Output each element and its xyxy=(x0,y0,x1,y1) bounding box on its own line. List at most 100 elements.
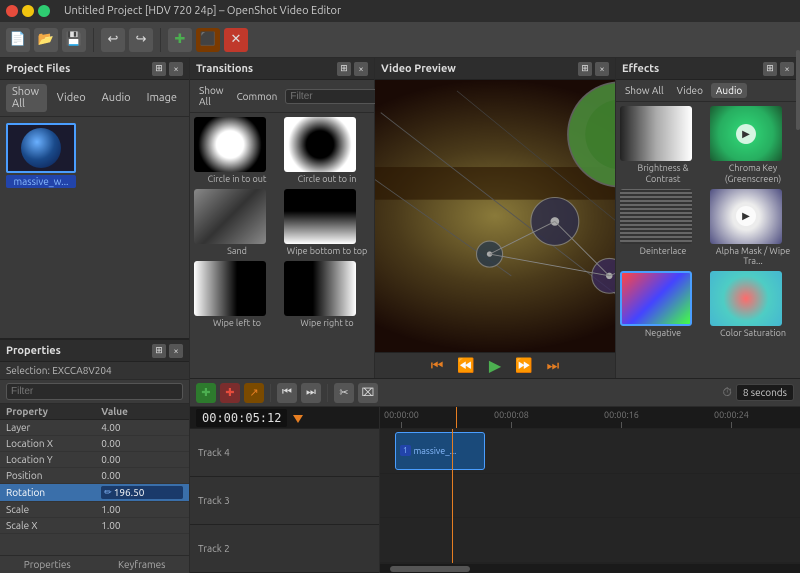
clip-number: 1 xyxy=(400,445,411,456)
transitions-grid: Circle in to out Circle out to in Sand W… xyxy=(190,113,374,378)
project-files-float[interactable]: ⊞ xyxy=(152,62,166,76)
toolbar-separator-1 xyxy=(93,28,94,52)
ruler-label-2: 00:00:16 xyxy=(604,410,639,420)
tab-keyframes[interactable]: Keyframes xyxy=(95,556,190,573)
razor-tool[interactable]: ⌧ xyxy=(358,383,378,403)
effects-tab-audio[interactable]: Audio xyxy=(711,83,747,98)
property-name: Scale xyxy=(0,502,95,518)
effects-tab-show-all[interactable]: Show All xyxy=(620,83,669,98)
preview-canvas xyxy=(375,80,615,352)
property-value: 0.00 xyxy=(95,452,189,468)
new-button[interactable]: 📄 xyxy=(6,28,30,52)
jump-start-button[interactable]: ⏮ xyxy=(427,355,448,376)
property-name: Location X xyxy=(0,436,95,452)
effect-brightness[interactable]: Brightness & Contrast xyxy=(620,106,706,185)
track-3 xyxy=(380,474,800,519)
ruler-tick-3: 00:00:24 xyxy=(714,410,749,428)
effect-color-sat[interactable]: Color Saturation xyxy=(710,271,796,339)
tab-properties[interactable]: Properties xyxy=(0,556,95,573)
save-button[interactable]: 💾 xyxy=(62,28,86,52)
properties-filter-input[interactable] xyxy=(6,383,183,400)
effects-float[interactable]: ⊞ xyxy=(763,62,777,76)
track-label-2: Track 2 xyxy=(190,525,379,573)
effect-deinterlace[interactable]: Deinterlace xyxy=(620,189,706,268)
remove-clip-button[interactable]: ✚ xyxy=(220,383,240,403)
track-3-name: Track 3 xyxy=(198,495,230,506)
timecode-display: 00:00:05:12 xyxy=(196,409,287,427)
stop-button[interactable]: ✕ xyxy=(224,28,248,52)
ruler-tick-1: 00:00:08 xyxy=(494,410,529,428)
transition-sand[interactable]: Sand xyxy=(194,189,280,257)
transitions-controls: ⊞ × xyxy=(337,62,368,76)
transition-thumb xyxy=(284,117,356,172)
project-files-close[interactable]: × xyxy=(169,62,183,76)
undo-button[interactable]: ↩ xyxy=(101,28,125,52)
property-value[interactable]: ✏ 196.50 xyxy=(95,484,189,502)
transitions-scrollbar[interactable] xyxy=(796,58,800,130)
transition-wipe-bottom[interactable]: Wipe bottom to top xyxy=(284,189,370,257)
jump-end-button[interactable]: ⏭ xyxy=(543,355,564,376)
project-files-content: massive_w... xyxy=(0,117,189,338)
play-button[interactable]: ▶ xyxy=(485,354,505,377)
transition-wipe-right[interactable]: Wipe right to xyxy=(284,261,370,329)
scrollbar-thumb[interactable] xyxy=(390,566,470,572)
effects-filter-bar: Show All Video Audio xyxy=(616,80,800,102)
transition-circle-in[interactable]: Circle in to out xyxy=(194,117,280,185)
effects-close[interactable]: × xyxy=(780,62,794,76)
effects-controls-header: ⊞ × xyxy=(763,62,794,76)
timeline-scrollbar[interactable] xyxy=(380,563,800,573)
timeline-toolbar: ✚ ✚ ↗ ⏮ ⏭ ✂ ⌧ ⏱ 8 seconds xyxy=(190,379,800,407)
close-button[interactable] xyxy=(6,5,18,17)
add-clip-button[interactable]: ✚ xyxy=(196,383,216,403)
properties-float[interactable]: ⊞ xyxy=(152,344,166,358)
record-button[interactable]: ⬛ xyxy=(196,28,220,52)
next-frame-button[interactable]: ⏭ xyxy=(301,383,321,403)
transitions-filter-bar: Show All Common xyxy=(190,80,374,113)
transitions-header: Transitions ⊞ × xyxy=(190,58,374,80)
property-value: 1.00 xyxy=(95,518,189,534)
properties-title: Properties xyxy=(6,345,61,357)
track-2 xyxy=(380,518,800,563)
clip-massive[interactable]: 1 massive_... xyxy=(395,432,485,470)
transitions-tab-show-all[interactable]: Show All xyxy=(194,83,229,109)
step-forward-button[interactable]: ⏩ xyxy=(511,355,536,376)
effects-tab-video[interactable]: Video xyxy=(672,83,708,98)
add-button[interactable]: ✚ xyxy=(168,28,192,52)
tab-image[interactable]: Image xyxy=(141,90,183,106)
transition-wipe-left[interactable]: Wipe left to xyxy=(194,261,280,329)
file-item[interactable]: massive_w... xyxy=(6,123,76,188)
col-property: Property xyxy=(0,404,95,420)
rotation-edit[interactable]: ✏ 196.50 xyxy=(101,486,183,499)
ruler-tick-2: 00:00:16 xyxy=(604,410,639,428)
transitions-close[interactable]: × xyxy=(354,62,368,76)
effect-alpha[interactable]: ▶ Alpha Mask / Wipe Tra... xyxy=(710,189,796,268)
transition-label: Circle out to in xyxy=(284,174,370,185)
minimize-button[interactable] xyxy=(22,5,34,17)
transition-label: Wipe right to xyxy=(284,318,370,329)
tl-sep-2 xyxy=(327,384,328,402)
transitions-float[interactable]: ⊞ xyxy=(337,62,351,76)
transitions-tab-common[interactable]: Common xyxy=(232,89,283,104)
tab-video[interactable]: Video xyxy=(51,90,92,106)
transition-circle-out[interactable]: Circle out to in xyxy=(284,117,370,185)
maximize-button[interactable] xyxy=(38,5,50,17)
split-button[interactable]: ✂ xyxy=(334,383,354,403)
redo-button[interactable]: ↪ xyxy=(129,28,153,52)
transition-label: Circle in to out xyxy=(194,174,280,185)
open-button[interactable]: 📂 xyxy=(34,28,58,52)
preview-video-area xyxy=(375,80,615,352)
timeline-right: 00:00:00 00:00:08 00:00:16 xyxy=(380,407,800,573)
tab-audio[interactable]: Audio xyxy=(96,90,137,106)
arrow-tool[interactable]: ↗ xyxy=(244,383,264,403)
preview-float[interactable]: ⊞ xyxy=(578,62,592,76)
tab-show-all[interactable]: Show All xyxy=(6,84,47,112)
properties-close[interactable]: × xyxy=(169,344,183,358)
step-back-button[interactable]: ⏪ xyxy=(453,355,478,376)
prev-frame-button[interactable]: ⏮ xyxy=(277,383,297,403)
ruler-label-0: 00:00:00 xyxy=(384,410,419,420)
effect-negative[interactable]: Negative xyxy=(620,271,706,339)
effect-thumb: ▶ xyxy=(710,106,782,161)
preview-close[interactable]: × xyxy=(595,62,609,76)
effect-chroma[interactable]: ▶ Chroma Key (Greenscreen) xyxy=(710,106,796,185)
window-controls[interactable] xyxy=(6,5,50,17)
